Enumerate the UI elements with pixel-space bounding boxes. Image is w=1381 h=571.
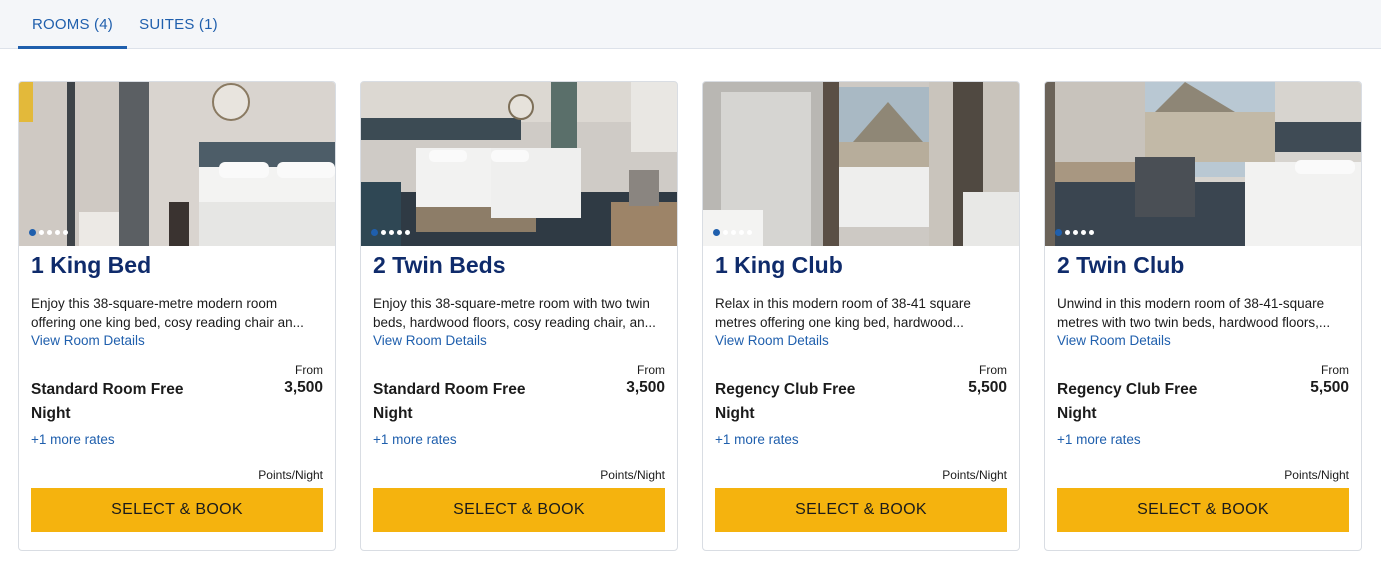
points-per-night-label: Points/Night xyxy=(600,468,665,482)
room-card: 1 King Bed Enjoy this 38-square-metre mo… xyxy=(18,81,336,551)
carousel-dots[interactable] xyxy=(1055,229,1094,236)
room-description: Enjoy this 38-square-metre modern room o… xyxy=(31,296,304,330)
room-description: Unwind in this modern room of 38-41-squa… xyxy=(1057,296,1331,330)
select-and-book-button[interactable]: SELECT & BOOK xyxy=(1057,488,1349,532)
select-and-book-button[interactable]: SELECT & BOOK xyxy=(715,488,1007,532)
room-description: Enjoy this 38-square-metre room with two… xyxy=(373,296,656,330)
rate-name: Regency Club Free Night xyxy=(1057,381,1198,422)
more-rates-link[interactable]: +1 more rates xyxy=(715,432,799,447)
view-room-details-link[interactable]: View Room Details xyxy=(31,333,145,348)
view-room-details-link[interactable]: View Room Details xyxy=(373,333,487,348)
room-photo[interactable] xyxy=(703,82,1019,246)
more-rates-link[interactable]: +1 more rates xyxy=(373,432,457,447)
from-label: From xyxy=(1321,363,1349,377)
points-price: 3,500 xyxy=(284,379,323,396)
points-price: 5,500 xyxy=(1310,379,1349,396)
room-photo[interactable] xyxy=(19,82,335,246)
points-price: 3,500 xyxy=(626,379,665,396)
carousel-dots[interactable] xyxy=(371,229,410,236)
room-card: 1 King Club Relax in this modern room of… xyxy=(702,81,1020,551)
select-and-book-button[interactable]: SELECT & BOOK xyxy=(31,488,323,532)
points-per-night-label: Points/Night xyxy=(258,468,323,482)
tab-suites[interactable]: SUITES (1) xyxy=(127,0,230,48)
points-per-night-label: Points/Night xyxy=(1284,468,1349,482)
room-card: 2 Twin Beds Enjoy this 38-square-metre r… xyxy=(360,81,678,551)
view-room-details-link[interactable]: View Room Details xyxy=(1057,333,1171,348)
points-price: 5,500 xyxy=(968,379,1007,396)
room-card: 2 Twin Club Unwind in this modern room o… xyxy=(1044,81,1362,551)
carousel-dots[interactable] xyxy=(29,229,68,236)
carousel-dots[interactable] xyxy=(713,229,752,236)
room-title: 1 King Bed xyxy=(31,252,152,278)
room-description: Relax in this modern room of 38-41 squar… xyxy=(715,296,971,330)
rate-name: Standard Room Free Night xyxy=(31,381,184,422)
more-rates-link[interactable]: +1 more rates xyxy=(1057,432,1141,447)
tab-rooms[interactable]: ROOMS (4) xyxy=(18,0,127,49)
from-label: From xyxy=(637,363,665,377)
view-room-details-link[interactable]: View Room Details xyxy=(715,333,829,348)
rate-name: Regency Club Free Night xyxy=(715,381,856,422)
select-and-book-button[interactable]: SELECT & BOOK xyxy=(373,488,665,532)
room-type-tabs: ROOMS (4) SUITES (1) xyxy=(0,0,1381,49)
room-list: 1 King Bed Enjoy this 38-square-metre mo… xyxy=(0,49,1381,571)
more-rates-link[interactable]: +1 more rates xyxy=(31,432,115,447)
rate-name: Standard Room Free Night xyxy=(373,381,526,422)
room-title: 2 Twin Club xyxy=(1057,252,1185,278)
room-photo[interactable] xyxy=(361,82,677,246)
from-label: From xyxy=(979,363,1007,377)
points-per-night-label: Points/Night xyxy=(942,468,1007,482)
room-photo[interactable] xyxy=(1045,82,1361,246)
room-title: 2 Twin Beds xyxy=(373,252,506,278)
from-label: From xyxy=(295,363,323,377)
room-title: 1 King Club xyxy=(715,252,843,278)
